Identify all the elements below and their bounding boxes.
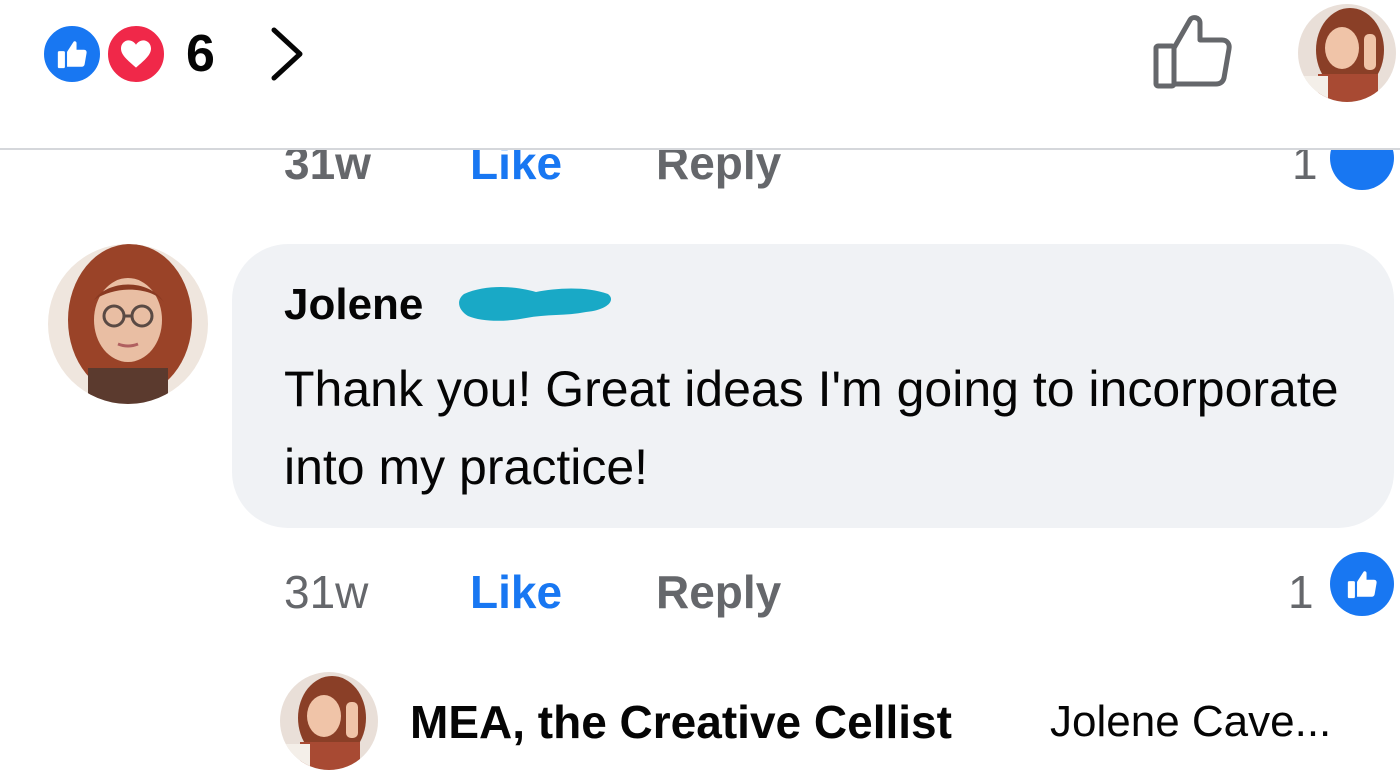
thumbs-up-outline-icon[interactable]: [1150, 12, 1234, 97]
love-reaction-icon[interactable]: [104, 22, 168, 86]
commenter-avatar[interactable]: [48, 244, 208, 404]
comment-text: Thank you! Great ideas I'm going to inco…: [284, 361, 1339, 495]
comment-author-name[interactable]: Jolene: [284, 280, 423, 330]
reply-snippet[interactable]: Jolene Cave...: [1050, 694, 1331, 750]
chevron-right-icon[interactable]: [264, 22, 308, 91]
reply-author-name[interactable]: MEA, the Creative Cellist: [410, 694, 952, 750]
reply-author-avatar[interactable]: [280, 672, 378, 770]
current-user-avatar[interactable]: [1298, 4, 1396, 102]
comment-reaction-count[interactable]: 1: [1288, 564, 1314, 620]
comment-like-link[interactable]: Like: [470, 564, 562, 620]
like-reaction-icon[interactable]: [40, 22, 104, 86]
redaction-mark: [456, 278, 616, 333]
like-reaction-icon[interactable]: [1330, 552, 1394, 616]
reactions-bar: 6: [0, 0, 1400, 150]
reaction-count[interactable]: 6: [186, 22, 215, 86]
comment-time[interactable]: 31w: [284, 564, 368, 620]
comment-reply-link[interactable]: Reply: [656, 564, 781, 620]
